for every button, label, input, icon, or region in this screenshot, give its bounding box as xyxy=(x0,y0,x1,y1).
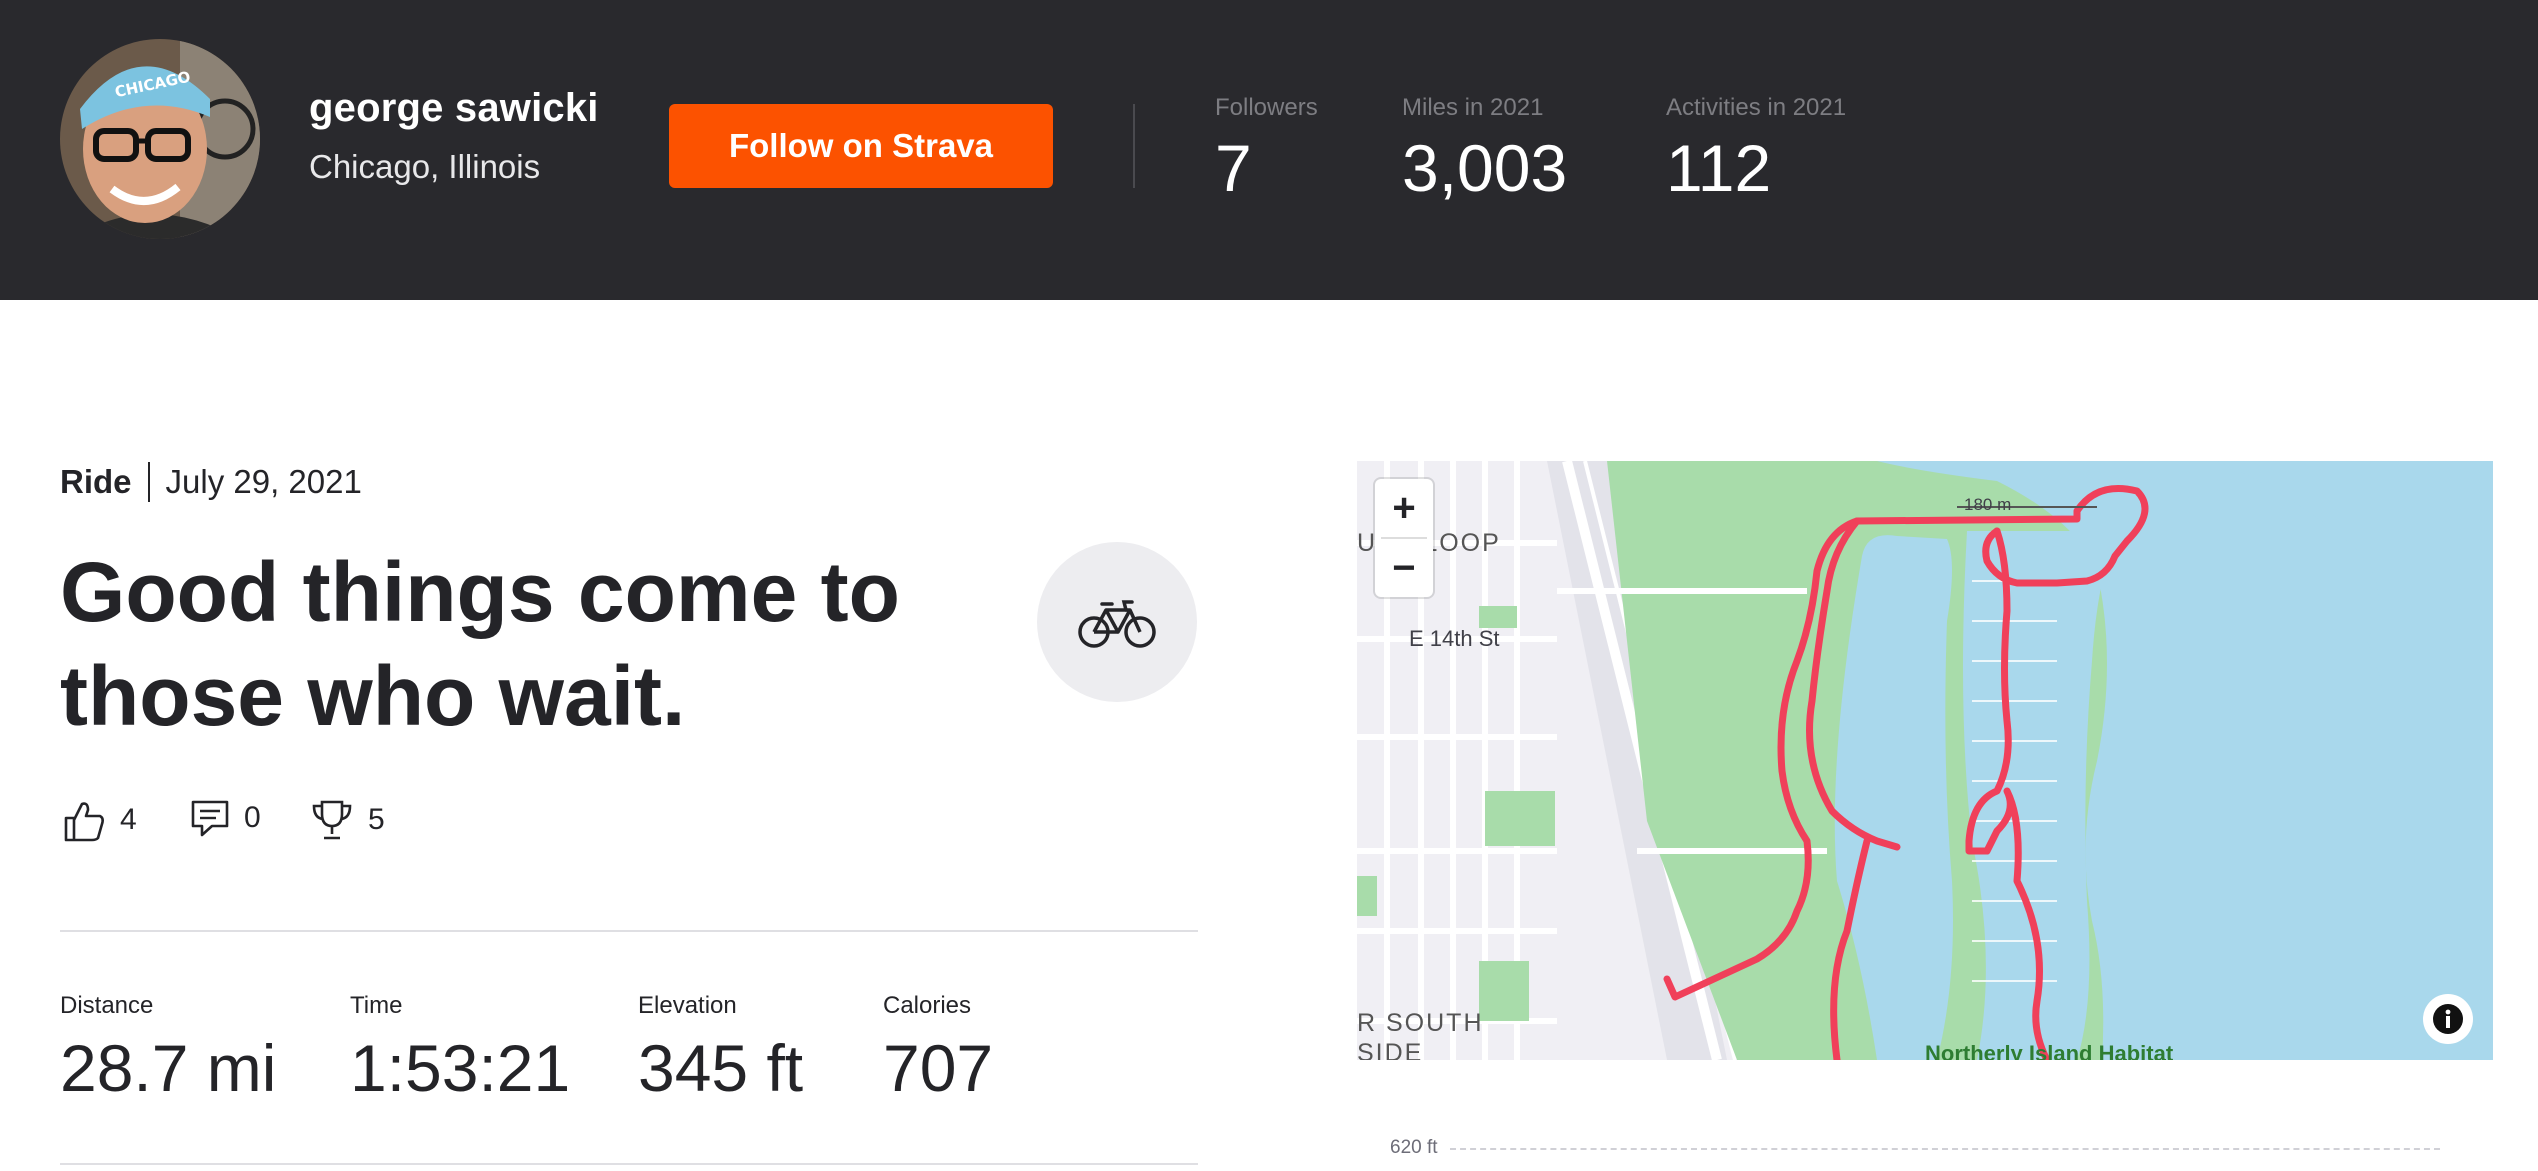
stat-value: 112 xyxy=(1666,131,1772,205)
metric-value: 345 ft xyxy=(638,1031,804,1105)
info-icon xyxy=(2433,1004,2463,1034)
kudos-button[interactable]: 4 xyxy=(62,798,137,842)
divider xyxy=(60,930,1198,932)
trophy-icon xyxy=(312,800,352,840)
metric-label: Distance xyxy=(60,992,154,1019)
followers-stat: Followers 7 xyxy=(1215,94,1318,206)
map-scale-label: 180 m xyxy=(1964,495,2012,514)
meta-divider xyxy=(147,462,150,502)
elevation-axis-label: 620 ft xyxy=(1390,1137,1438,1158)
elevation-metric: Elevation 345 ft xyxy=(638,992,803,1106)
achievement-count: 5 xyxy=(368,803,385,836)
activity-date: July 29, 2021 xyxy=(165,463,362,500)
kudos-count: 4 xyxy=(120,803,137,836)
athlete-header: CHICAGO george sawicki Chicago, Illinois… xyxy=(0,0,2538,300)
metric-value: 707 xyxy=(883,1031,994,1105)
zoom-in-button[interactable]: + xyxy=(1375,479,1433,537)
activity-type: Ride xyxy=(60,463,132,500)
metric-label: Time xyxy=(350,992,403,1019)
distance-metric: Distance 28.7 mi xyxy=(60,992,276,1106)
elevation-gridline xyxy=(1450,1148,2440,1150)
achievements-button[interactable]: 5 xyxy=(310,798,385,842)
thumbs-up-icon xyxy=(64,802,104,842)
comment-count: 0 xyxy=(244,801,261,834)
athlete-name[interactable]: george sawicki xyxy=(309,86,599,131)
map-label-street: E 14th St xyxy=(1409,626,1500,651)
metric-label: Elevation xyxy=(638,992,737,1019)
activity-meta: Ride July 29, 2021 xyxy=(60,462,362,502)
map-label-south-side: R SOUTH xyxy=(1357,1009,1484,1037)
map-label-habitat: Northerly Island Habitat xyxy=(1925,1041,2174,1060)
map-canvas[interactable] xyxy=(1357,461,2493,1060)
metric-value: 28.7 mi xyxy=(60,1031,277,1105)
activities-stat: Activities in 2021 112 xyxy=(1666,94,1846,206)
stat-value: 7 xyxy=(1215,131,1252,205)
bike-icon xyxy=(1078,600,1156,648)
comments-button[interactable]: 0 xyxy=(190,798,261,838)
comment-icon xyxy=(191,800,229,837)
divider xyxy=(60,1163,1198,1165)
time-metric: Time 1:53:21 xyxy=(350,992,570,1106)
metric-label: Calories xyxy=(883,992,972,1019)
header-divider xyxy=(1133,104,1135,188)
stat-label: Activities in 2021 xyxy=(1666,94,1847,121)
athlete-avatar[interactable]: CHICAGO xyxy=(60,39,260,239)
activity-title[interactable]: Good things come to those who wait. xyxy=(60,540,960,748)
calories-metric: Calories 707 xyxy=(883,992,993,1106)
zoom-out-button[interactable]: − xyxy=(1375,539,1433,597)
zoom-control: + − xyxy=(1375,479,1433,597)
map-info-button[interactable] xyxy=(2423,994,2473,1044)
athlete-location: Chicago, Illinois xyxy=(309,148,541,185)
route-map[interactable]: UTH LOOP E 14th St R SOUTH SIDE 180 m No… xyxy=(1357,461,2493,1060)
stat-value: 3,003 xyxy=(1402,131,1568,205)
stat-label: Followers xyxy=(1215,94,1318,121)
sport-badge xyxy=(1037,542,1197,702)
miles-stat: Miles in 2021 3,003 xyxy=(1402,94,1567,206)
follow-on-strava-button[interactable]: Follow on Strava xyxy=(669,104,1053,188)
map-label-side: SIDE xyxy=(1357,1039,1424,1060)
stat-label: Miles in 2021 xyxy=(1402,94,1544,121)
metric-value: 1:53:21 xyxy=(350,1031,571,1105)
